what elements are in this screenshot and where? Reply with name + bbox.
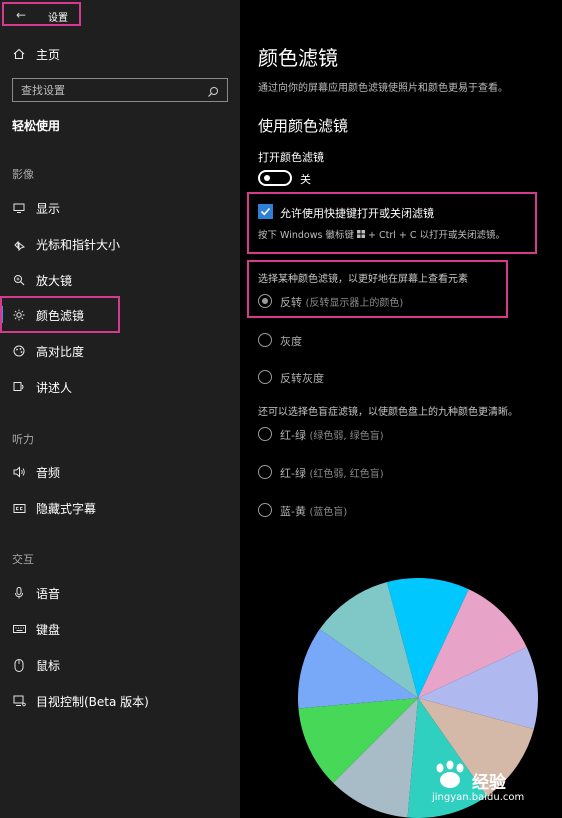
sidebar-item-speech[interactable]: 语音 [0, 578, 240, 608]
sidebar-item-captions[interactable]: 隐藏式字幕 [0, 493, 240, 523]
sidebar-item-label: 语音 [36, 586, 61, 601]
radio-inverted-grayscale-label[interactable]: 反转灰度 [280, 370, 324, 386]
shortcut-hint-before: 按下 Windows 徽标键 [258, 230, 354, 241]
sidebar-item-label: 高对比度 [36, 344, 85, 359]
filter-name: 反转 [280, 296, 302, 309]
radio-protanopia-label[interactable]: 红-绿 (红色弱, 红色盲) [280, 465, 384, 481]
toggle-state-text: 关 [300, 173, 311, 186]
sun-icon [12, 308, 26, 322]
toggle-knob [264, 175, 270, 181]
shortcut-checkbox-label[interactable]: 允许使用快捷键打开或关闭滤镜 [280, 205, 434, 221]
sidebar-item-eye-control[interactable]: 目视控制(Beta 版本) [0, 686, 240, 716]
narrator-icon [12, 380, 26, 394]
filter-name: 蓝-黄 [280, 505, 306, 518]
sidebar-item-label: 隐藏式字幕 [36, 501, 97, 516]
sidebar-item-narrator[interactable]: 讲述人 [0, 372, 240, 402]
search-input[interactable] [13, 79, 203, 101]
section-label-interaction: 交互 [12, 553, 34, 566]
checkmark-icon [260, 207, 271, 216]
monitor-icon [12, 201, 26, 215]
sidebar-item-cursor[interactable]: 光标和指针大小 [0, 229, 240, 259]
radio-invert[interactable] [258, 294, 272, 308]
radio-protanopia[interactable] [258, 465, 272, 479]
sidebar-item-label: 显示 [36, 201, 61, 216]
radio-grayscale[interactable] [258, 333, 272, 347]
magnifier-icon [12, 273, 26, 287]
radio-invert-label[interactable]: 反转 (反转显示器上的颜色) [280, 294, 403, 310]
shortcut-hint: 按下 Windows 徽标键 + Ctrl + C 以打开或关闭滤镜。 [258, 227, 505, 241]
cursor-icon [12, 237, 26, 251]
sidebar-item-high-contrast[interactable]: 高对比度 [0, 336, 240, 366]
eye-control-icon [12, 694, 26, 708]
microphone-icon [12, 586, 26, 600]
search-icon[interactable] [207, 83, 221, 97]
radio-inverted-grayscale[interactable] [258, 370, 272, 384]
sidebar-item-label: 目视控制(Beta 版本) [36, 694, 149, 709]
sidebar-item-audio[interactable]: 音频 [0, 457, 240, 487]
sidebar-item-label: 主页 [36, 47, 61, 62]
shortcut-hint-after: + Ctrl + C 以打开或关闭滤镜。 [368, 230, 506, 241]
sidebar-item-label: 音频 [36, 465, 61, 480]
sidebar-item-magnifier[interactable]: 放大镜 [0, 265, 240, 295]
colorblind-description: 还可以选择色盲症滤镜，以使颜色盘上的九种颜色更清晰。 [258, 407, 518, 418]
captions-icon [12, 501, 26, 515]
baidu-paw-logo [436, 760, 464, 788]
watermark-text: 经验 [472, 773, 506, 793]
sidebar-item-label: 鼠标 [36, 658, 61, 673]
radio-grayscale-label[interactable]: 灰度 [280, 333, 302, 349]
filter-note: (反转显示器上的颜色) [305, 298, 404, 309]
sidebar-item-keyboard[interactable]: 键盘 [0, 614, 240, 644]
window-title: 设置 [48, 13, 68, 24]
page-title: 颜色滤镜 [258, 46, 338, 70]
filter-note: (红色弱, 红色盲) [309, 469, 384, 480]
sidebar-item-display[interactable]: 显示 [0, 193, 240, 223]
sidebar-item-label: 讲述人 [36, 380, 73, 395]
filter-name: 红-绿 [280, 429, 306, 442]
keyboard-icon [12, 622, 26, 636]
sidebar-item-label: 键盘 [36, 622, 61, 637]
speaker-icon [12, 465, 26, 479]
section-label-vision: 影像 [12, 168, 34, 181]
section-label-hearing: 听力 [12, 433, 34, 446]
back-arrow-icon[interactable]: ← [16, 8, 26, 22]
sidebar-item-label: 光标和指针大小 [36, 237, 121, 252]
contrast-icon [12, 344, 26, 358]
toggle-label: 打开颜色滤镜 [258, 151, 324, 164]
sidebar-item-label: 颜色滤镜 [36, 308, 85, 323]
home-icon [12, 47, 26, 61]
radio-tritanopia[interactable] [258, 503, 272, 517]
highlight-box-shortcut [247, 192, 537, 254]
title-bar: ← 设置 [2, 2, 81, 26]
sidebar-item-mouse[interactable]: 鼠标 [0, 650, 240, 680]
category-title: 轻松使用 [12, 119, 61, 133]
page-description: 通过向你的屏幕应用颜色滤镜使照片和颜色更易于查看。 [258, 83, 508, 94]
filter-note: (绿色弱, 绿色盲) [309, 431, 384, 442]
sidebar-item-label: 放大镜 [36, 273, 73, 288]
filter-name: 红-绿 [280, 467, 306, 480]
mouse-icon [12, 658, 26, 672]
radio-tritanopia-label[interactable]: 蓝-黄 (蓝色盲) [280, 503, 347, 519]
sidebar-item-home[interactable]: 主页 [0, 39, 240, 69]
search-box[interactable] [12, 78, 228, 102]
radio-deuteranopia[interactable] [258, 427, 272, 441]
sidebar-item-color-filters[interactable]: 颜色滤镜 [0, 300, 240, 330]
filter-note: (蓝色盲) [309, 507, 348, 518]
radio-deuteranopia-label[interactable]: 红-绿 (绿色弱, 绿色盲) [280, 427, 384, 443]
color-filter-toggle[interactable] [258, 170, 292, 186]
shortcut-checkbox[interactable] [258, 204, 273, 219]
filter-choice-label: 选择某种颜色滤镜，以更好地在屏幕上查看元素 [258, 274, 468, 285]
section-title: 使用颜色滤镜 [258, 117, 349, 135]
windows-logo-icon [356, 230, 365, 238]
sidebar: ← 设置 主页 轻松使用 影像 显示 光标和指针大小 放大镜 [0, 0, 240, 818]
watermark-url: jingyan.baidu.com [432, 792, 525, 803]
